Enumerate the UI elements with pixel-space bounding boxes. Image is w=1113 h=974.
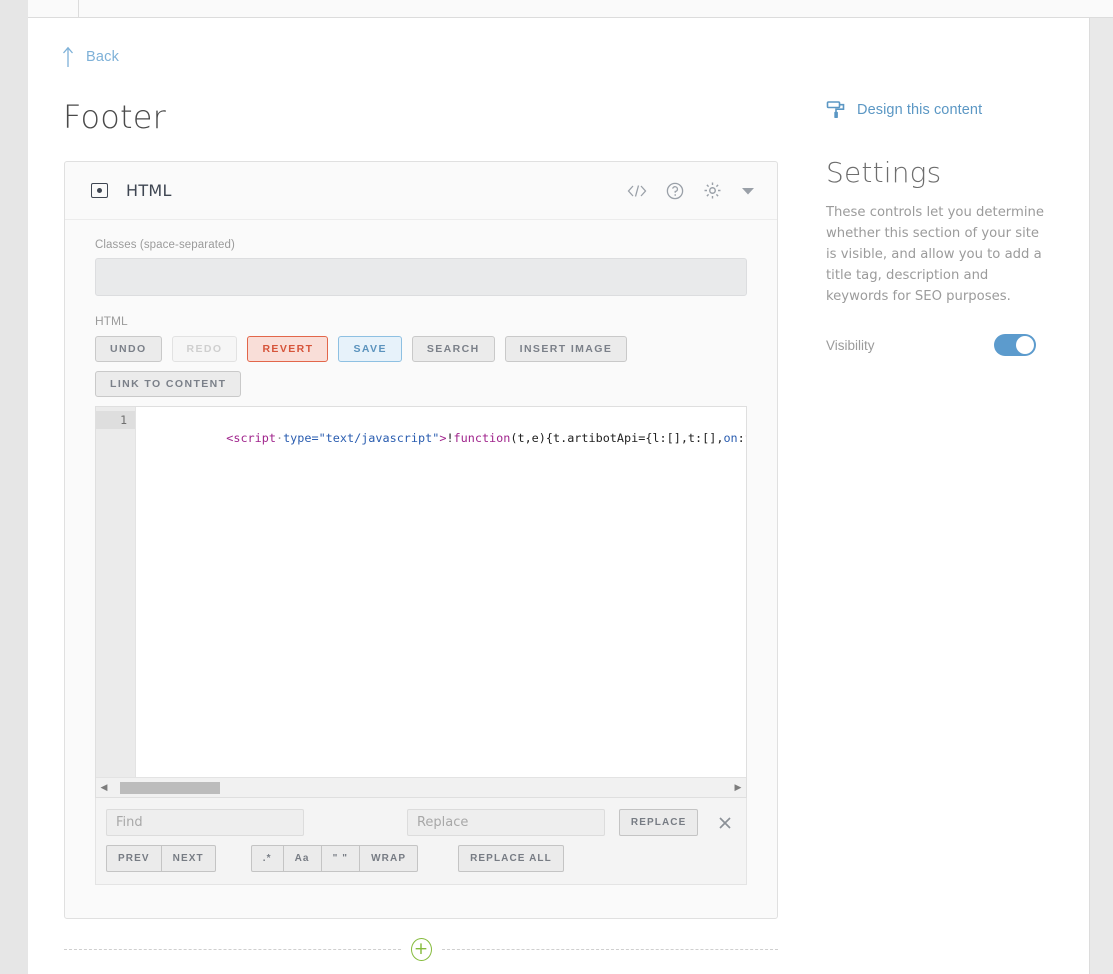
visibility-toggle[interactable] (994, 334, 1036, 356)
back-link[interactable]: Back (62, 46, 119, 68)
right-gutter (1090, 18, 1113, 974)
next-button[interactable]: NEXT (161, 845, 216, 872)
case-sensitive-toggle[interactable]: Aa (283, 845, 322, 872)
line-number: 1 (96, 411, 135, 429)
code-content[interactable]: <script·type="text/javascript">!function… (136, 407, 746, 778)
save-button[interactable]: SAVE (338, 336, 402, 362)
regex-toggle[interactable]: .* (250, 845, 284, 872)
arrow-up-icon (63, 46, 73, 67)
search-button[interactable]: SEARCH (411, 336, 495, 362)
editor-toolbar-row-1: UNDO REDO REVERT SAVE SEARCH INSERT IMAG… (95, 336, 753, 362)
card-title: HTML (126, 181, 172, 200)
code-editor[interactable]: 1 <script·type="text/javascript">!functi… (95, 406, 747, 798)
html-block-card: HTML Classes (space-separated) HTML UNDO… (64, 161, 778, 919)
add-section-icon[interactable]: + (410, 937, 432, 961)
top-strip (28, 0, 1113, 18)
add-section-row: + (64, 932, 778, 966)
scroll-thumb[interactable] (120, 781, 220, 794)
scroll-left-arrow[interactable]: ◀ (96, 782, 112, 793)
code-icon[interactable] (627, 184, 647, 198)
find-row-secondary: PREV NEXT .* Aa " " WRAP REPLACE ALL (106, 845, 734, 872)
settings-title: Settings (826, 156, 942, 189)
link-to-content-button[interactable]: LINK TO CONTENT (95, 371, 242, 397)
classes-field-label: Classes (space-separated) (95, 239, 235, 251)
find-row-primary: Find Replace REPLACE (106, 809, 734, 836)
chevron-down-icon[interactable] (741, 186, 755, 196)
dashed-divider-right (441, 948, 778, 950)
replace-all-button[interactable]: REPLACE ALL (458, 845, 564, 872)
paint-roller-icon (826, 101, 845, 118)
rail-divider (78, 0, 79, 18)
redo-button: REDO (171, 336, 238, 362)
wrap-toggle[interactable]: WRAP (360, 845, 419, 872)
find-nav-group: PREV NEXT (106, 845, 216, 872)
replace-input[interactable]: Replace (406, 809, 605, 836)
scroll-track[interactable] (112, 778, 730, 798)
design-link-label: Design this content (857, 102, 983, 118)
visibility-row: Visibility (826, 334, 1036, 356)
replace-button[interactable]: REPLACE (618, 809, 699, 836)
page-root: Back Footer HTML Classes (space-separate… (0, 0, 1113, 974)
classes-input[interactable] (95, 258, 747, 296)
find-options-group: .* Aa " " WRAP (250, 845, 419, 872)
html-section-label: HTML (95, 314, 128, 328)
gear-icon[interactable] (703, 181, 722, 200)
undo-button[interactable]: UNDO (95, 336, 162, 362)
settings-description: These controls let you determine whether… (826, 205, 1044, 304)
whole-word-toggle[interactable]: " " (321, 845, 361, 872)
card-body: Classes (space-separated) HTML UNDO REDO… (65, 220, 777, 885)
scroll-right-arrow[interactable]: ▶ (730, 782, 746, 793)
close-icon[interactable] (716, 814, 734, 832)
left-rail (0, 0, 28, 974)
find-input[interactable]: Find (106, 809, 304, 836)
editor-horizontal-scrollbar[interactable]: ◀ ▶ (96, 777, 746, 797)
help-icon[interactable] (666, 182, 684, 200)
visibility-label: Visibility (826, 337, 875, 353)
find-replace-bar: Find Replace REPLACE PREV NEXT .* Aa " "… (95, 798, 747, 885)
insert-image-button[interactable]: INSERT IMAGE (504, 336, 628, 362)
editor-gutter: 1 (96, 407, 136, 778)
code-editor-inner: 1 <script·type="text/javascript">!functi… (96, 407, 746, 778)
settings-sidebar: Design this content Settings These contr… (826, 100, 1061, 356)
page-title: Footer (63, 98, 167, 136)
html-block-icon (91, 183, 108, 198)
editor-toolbar-row-2: LINK TO CONTENT (95, 371, 753, 397)
card-header: HTML (65, 162, 777, 220)
design-this-content-link[interactable]: Design this content (826, 100, 1061, 120)
back-label: Back (86, 49, 120, 65)
toggle-knob (1016, 336, 1034, 354)
dashed-divider-left (64, 948, 401, 950)
revert-button[interactable]: REVERT (247, 336, 329, 362)
code-line-1: <script·type="text/javascript">!function… (226, 431, 746, 445)
card-header-icons (627, 181, 755, 200)
prev-button[interactable]: PREV (106, 845, 162, 872)
